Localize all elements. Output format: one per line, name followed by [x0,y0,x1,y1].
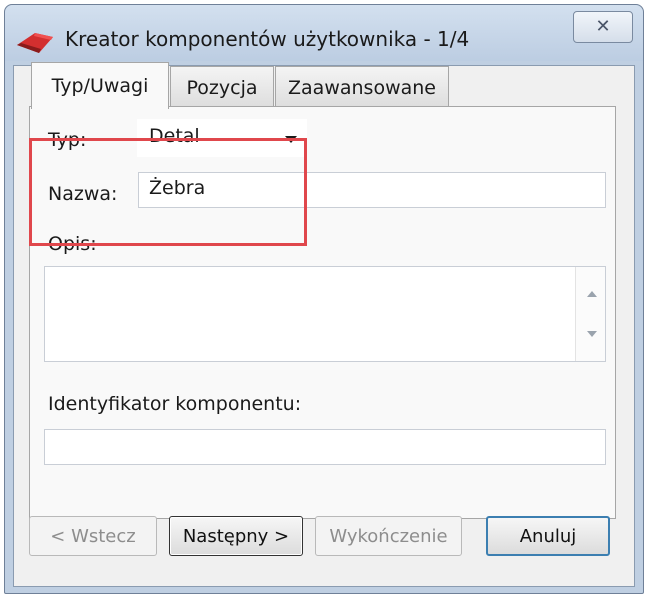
chevron-down-icon [285,136,297,143]
description-textarea[interactable] [44,266,606,362]
dialog-body: Typ/Uwagi Pozycja Zaawansowane Typ: Deta… [13,62,635,587]
name-field[interactable]: Żebra [138,172,606,208]
description-scrollbar[interactable] [575,267,605,361]
wizard-window: Kreator komponentów użytkownika - 1/4 ✕ … [4,4,644,594]
type-select-value: Detal [149,125,200,147]
finish-button[interactable]: Wykończenie [315,516,462,556]
tab-label: Typ/Uwagi [51,75,149,97]
scroll-up-icon[interactable] [587,291,597,297]
description-label: Opis: [48,233,97,255]
window-title: Kreator komponentów użytkownika - 1/4 [65,27,470,51]
cancel-button[interactable]: Anuluj [486,516,610,556]
type-select[interactable]: Detal [137,119,307,157]
component-id-label: Identyfikator komponentu: [48,393,302,415]
tab-zaawansowane[interactable]: Zaawansowane [275,66,449,108]
close-button[interactable]: ✕ [573,11,633,43]
app-icon [17,33,53,53]
tab-pozycja[interactable]: Pozycja [170,66,274,108]
back-button[interactable]: < Wstecz [29,516,157,556]
cancel-button-label: Anuluj [519,525,577,547]
type-label: Typ: [48,129,87,151]
back-button-label: < Wstecz [50,525,136,547]
tab-label: Zaawansowane [288,76,436,99]
tab-label: Pozycja [186,76,258,99]
name-label: Nazwa: [48,183,118,205]
close-icon: ✕ [595,16,611,37]
tab-typ-uwagi[interactable]: Typ/Uwagi [31,62,169,109]
finish-button-label: Wykończenie [329,525,448,547]
name-field-value: Żebra [149,177,206,199]
next-button-label: Następny > [182,525,290,547]
scroll-down-icon[interactable] [587,331,597,337]
next-button[interactable]: Następny > [169,516,303,556]
component-id-field[interactable] [44,429,606,465]
tab-panel: Typ: Detal Nazwa: Żebra Opis: Identyfika… [29,106,616,519]
title-bar[interactable]: Kreator komponentów użytkownika - 1/4 ✕ [5,5,643,61]
